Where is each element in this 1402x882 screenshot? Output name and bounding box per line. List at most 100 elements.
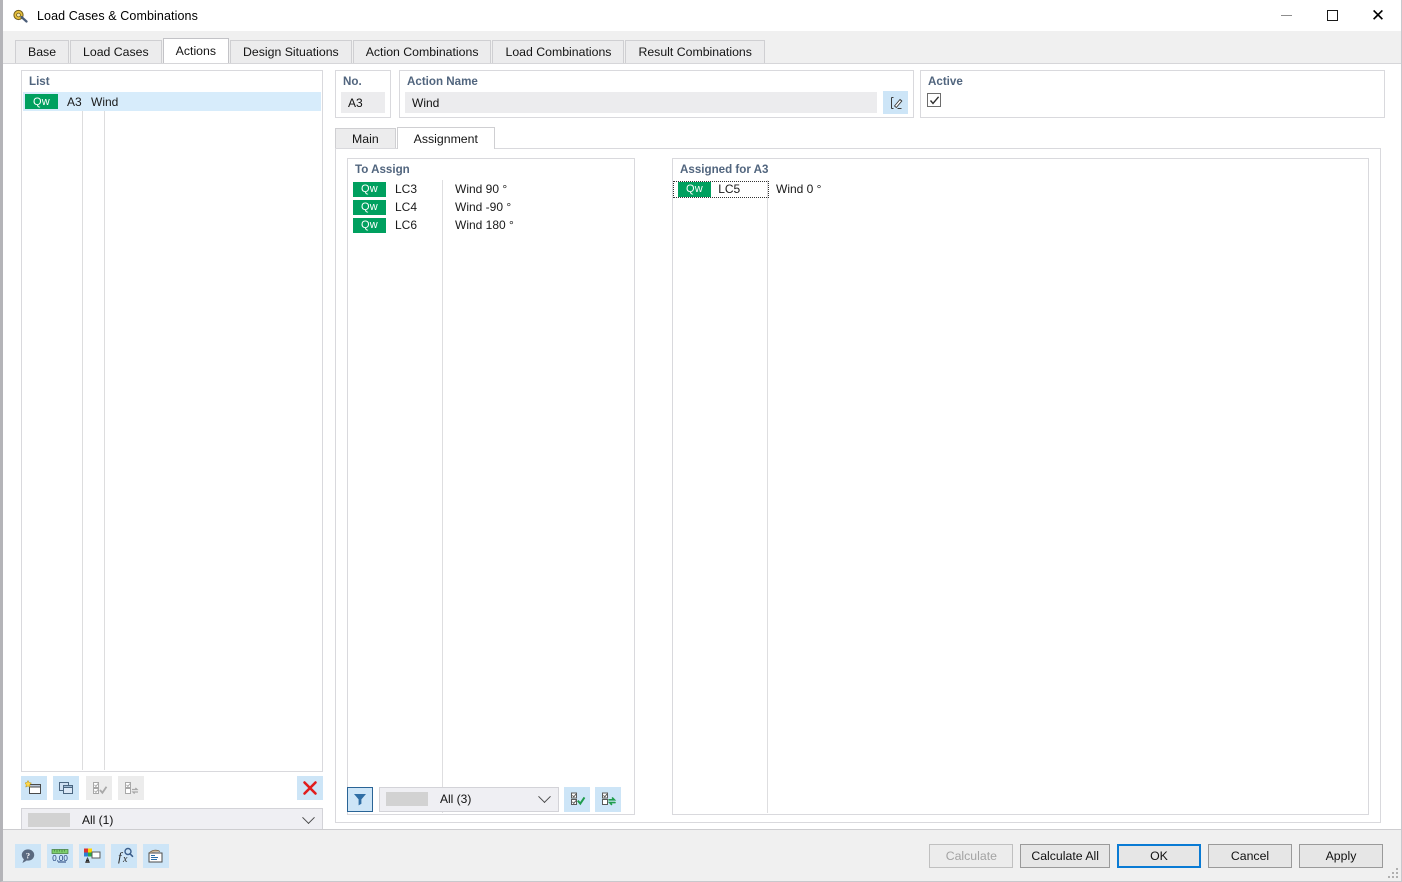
subtab-label: Assignment: [413, 131, 478, 146]
list-item[interactable]: Qw LC3 Wind 90 °: [349, 180, 633, 198]
duplicate-action-button[interactable]: [53, 776, 80, 800]
select-all-button[interactable]: [85, 776, 112, 800]
button-label: Calculate All: [1031, 848, 1099, 863]
load-case-id: LC6: [395, 218, 418, 232]
tab-load-cases[interactable]: Load Cases: [70, 40, 162, 63]
action-no-field: A3: [341, 92, 385, 113]
assigned-label: Assigned for A3: [680, 163, 769, 176]
row-badge-cell: Qw: [23, 94, 65, 109]
button-label: Apply: [1325, 848, 1357, 863]
tab-design-situations[interactable]: Design Situations: [230, 40, 352, 63]
assignment-area: To Assign Qw LC3 Wind 90 ° Qw LC4 Wind -…: [335, 148, 1381, 823]
chevron-down-icon: [302, 810, 315, 824]
load-type-badge: Qw: [353, 217, 386, 233]
tab-label: Actions: [175, 44, 216, 58]
tab-base[interactable]: Base: [15, 40, 70, 63]
tab-label: Load Combinations: [505, 45, 612, 59]
load-type-badge: Qw: [678, 181, 711, 197]
row-no: A3: [67, 94, 82, 109]
ok-button[interactable]: OK: [1117, 843, 1201, 868]
list-item[interactable]: Qw LC5 Wind 0 °: [673, 180, 1367, 198]
action-name-label: Action Name: [407, 75, 478, 88]
apply-button[interactable]: Apply: [1299, 843, 1383, 868]
action-no-panel: No. A3: [335, 70, 391, 118]
window-title: Load Cases & Combinations: [37, 8, 198, 23]
row-badge-cell: Qw: [349, 217, 395, 233]
list-toolbar: [21, 776, 323, 802]
dialog-footer: ? 0,00 A f x Calculate Calculate All OK …: [3, 829, 1401, 881]
close-icon[interactable]: ✕: [1355, 0, 1401, 31]
resize-grip[interactable]: [1388, 868, 1398, 878]
load-case-description: Wind 180 °: [455, 218, 514, 232]
actions-page: List Qw A3 Wind All (1) No. A3 Action Na…: [3, 63, 1401, 832]
table-row[interactable]: Qw A3 Wind: [23, 92, 321, 111]
app-icon: [12, 8, 28, 24]
list-panel-label: List: [29, 75, 50, 88]
active-checkbox[interactable]: [927, 93, 941, 107]
maximize-icon[interactable]: [1309, 0, 1355, 31]
calculate-all-button[interactable]: Calculate All: [1020, 843, 1110, 868]
color-swatch: [386, 792, 428, 806]
no-label: No.: [343, 75, 362, 88]
color-swatch: [28, 813, 70, 827]
calculate-button[interactable]: Calculate: [929, 843, 1014, 868]
assign-filter-value: All (3): [440, 792, 472, 806]
help-bubble-icon[interactable]: ?: [15, 843, 41, 868]
tab-load-combinations[interactable]: Load Combinations: [492, 40, 625, 63]
units-0-00-icon[interactable]: 0,00: [47, 843, 73, 868]
new-action-button[interactable]: [21, 776, 47, 800]
tab-action-combinations[interactable]: Action Combinations: [352, 40, 492, 63]
tab-actions[interactable]: Actions: [162, 38, 229, 63]
invert-selection-button[interactable]: [595, 786, 621, 812]
delete-action-button[interactable]: [297, 776, 323, 800]
action-list[interactable]: Qw A3 Wind: [23, 92, 321, 770]
load-case-description: Wind -90 °: [455, 200, 512, 214]
to-assign-list[interactable]: Qw LC3 Wind 90 ° Qw LC4 Wind -90 ° Qw LC…: [349, 180, 633, 813]
subtab-main[interactable]: Main: [335, 128, 396, 149]
cancel-button[interactable]: Cancel: [1208, 843, 1292, 868]
row-name: Wind: [91, 94, 119, 109]
svg-text:A: A: [85, 858, 89, 864]
select-all-button[interactable]: [564, 786, 590, 812]
list-item[interactable]: Qw LC4 Wind -90 °: [349, 198, 633, 216]
tab-result-combinations[interactable]: Result Combinations: [625, 40, 765, 63]
tab-label: Base: [28, 45, 57, 59]
filter-funnel-icon[interactable]: [347, 786, 373, 812]
sub-tab-strip: Main Assignment: [335, 127, 496, 149]
load-case-description: Wind 90 °: [455, 182, 508, 196]
row-badge-cell: Qw: [349, 181, 395, 197]
list-filter-value: All (1): [82, 813, 114, 827]
color-palette-icon[interactable]: A: [79, 843, 105, 868]
load-case-description: Wind 0 °: [776, 182, 822, 196]
assign-filter-combo[interactable]: All (3): [379, 786, 559, 812]
minimize-icon[interactable]: [1263, 0, 1309, 31]
invert-selection-button[interactable]: [118, 776, 145, 800]
load-type-badge: Qw: [25, 94, 58, 109]
focus-outline: Qw LC5: [673, 180, 769, 198]
load-type-badge: Qw: [353, 199, 386, 215]
load-case-id: LC3: [395, 182, 418, 196]
assign-filter-bar: All (3): [347, 786, 621, 812]
button-label: Cancel: [1230, 848, 1270, 863]
footer-icon-group: ? 0,00 A f x: [15, 843, 169, 868]
load-cases-dialog: Load Cases & Combinations ✕ Base Load Ca…: [0, 0, 1402, 882]
main-tab-strip: Base Load Cases Actions Design Situation…: [3, 31, 1401, 63]
row-badge-cell: Qw: [349, 199, 395, 215]
title-bar: Load Cases & Combinations ✕: [3, 0, 1401, 31]
list-item[interactable]: Qw LC6 Wind 180 °: [349, 216, 633, 234]
row-badge-cell: Qw: [674, 181, 718, 197]
action-name-field[interactable]: Wind: [405, 92, 877, 113]
printer-settings-icon[interactable]: [143, 843, 169, 868]
tab-label: Design Situations: [243, 45, 339, 59]
subtab-assignment[interactable]: Assignment: [396, 127, 495, 149]
assigned-list[interactable]: Qw LC5 Wind 0 °: [673, 180, 1367, 813]
svg-text:x: x: [122, 854, 128, 865]
to-assign-panel: To Assign Qw LC3 Wind 90 ° Qw LC4 Wind -…: [347, 158, 635, 815]
load-case-id: LC4: [395, 200, 418, 214]
load-type-badge: Qw: [353, 181, 386, 197]
window-controls: ✕: [1263, 0, 1401, 31]
fx-icon[interactable]: f x: [111, 843, 137, 868]
pencil-edit-icon[interactable]: [883, 91, 908, 114]
button-label: Calculate: [945, 848, 997, 863]
assigned-panel: Assigned for A3 Qw LC5 Wind 0 °: [672, 158, 1369, 815]
